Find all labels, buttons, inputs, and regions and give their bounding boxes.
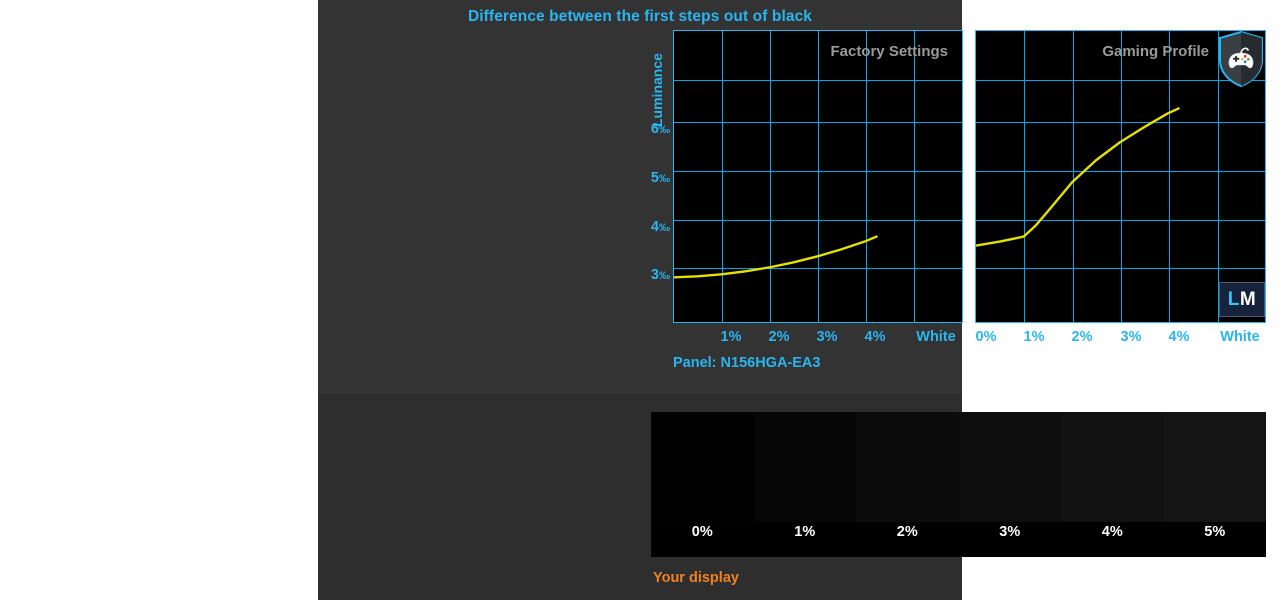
gradient-swatch-0 (651, 412, 754, 522)
gradient-label-0: 0% (691, 524, 713, 540)
x-tick-right-2: 2% (1071, 329, 1093, 345)
x-tick-right-3: 3% (1120, 329, 1142, 345)
gradient-label-5: 5% (1204, 524, 1226, 540)
black-level-gradient-strip: 0% 1% 2% 3% 4% 5% (651, 412, 1266, 557)
x-tick-right-4: 4% (1168, 329, 1190, 345)
gradient-step-1: 1% (753, 412, 856, 557)
gradient-step-5: 5% (1163, 412, 1266, 557)
panel-model-label: Panel: N156HGA-EA3 (673, 355, 821, 371)
chart-label-factory-settings: Factory Settings (830, 43, 948, 60)
x-axis-ticks-left: 1% 2% 3% 4% White (673, 329, 963, 353)
screenshot-root: Difference between the first steps out o… (0, 0, 1280, 600)
logo-letter-m: M (1239, 289, 1257, 310)
gradient-step-3: 3% (958, 412, 1061, 557)
x-tick-left-2: 2% (768, 329, 790, 345)
logo-letter-l: L (1227, 289, 1240, 310)
laptopmedia-logo: LM (1219, 282, 1265, 317)
x-tick-right-0: 0% (975, 329, 997, 345)
gradient-swatch-1 (753, 412, 856, 522)
your-display-caption: Your display (653, 570, 739, 586)
gradient-label-4: 4% (1101, 524, 1123, 540)
x-tick-left-3: 3% (816, 329, 838, 345)
gradient-step-2: 2% (856, 412, 959, 557)
x-tick-right-1: 1% (1023, 329, 1045, 345)
gradient-label-3: 3% (999, 524, 1021, 540)
gradient-label-1: 1% (794, 524, 816, 540)
curve-factory-settings (674, 235, 878, 279)
y-tick-4: 4‰ (650, 219, 670, 235)
report-panel: Difference between the first steps out o… (318, 0, 1266, 600)
gradient-step-0: 0% (651, 412, 754, 557)
x-tick-left-1: 1% (720, 329, 742, 345)
gradient-swatch-5 (1163, 412, 1266, 522)
x-tick-right-white: White (1220, 329, 1260, 345)
chart-label-gaming-profile: Gaming Profile (1102, 43, 1209, 60)
gradient-swatch-4 (1061, 412, 1164, 522)
y-tick-3: 3‰ (650, 267, 670, 283)
gaming-shield-icon (1218, 30, 1264, 88)
x-axis-ticks-right: 0% 1% 2% 3% 4% White (975, 329, 1266, 353)
gradient-swatch-2 (856, 412, 959, 522)
gradient-swatch-3 (958, 412, 1061, 522)
gradient-step-4: 4% (1061, 412, 1164, 557)
x-tick-left-white: White (916, 329, 956, 345)
y-tick-6: 6‰ (650, 121, 670, 137)
x-tick-left-4: 4% (864, 329, 886, 345)
chart-factory-settings: Factory Settings (673, 30, 963, 323)
y-tick-5: 5‰ (650, 170, 670, 186)
y-axis-ticks: 6‰ 5‰ 4‰ 3‰ (618, 0, 670, 330)
gradient-label-2: 2% (896, 524, 918, 540)
